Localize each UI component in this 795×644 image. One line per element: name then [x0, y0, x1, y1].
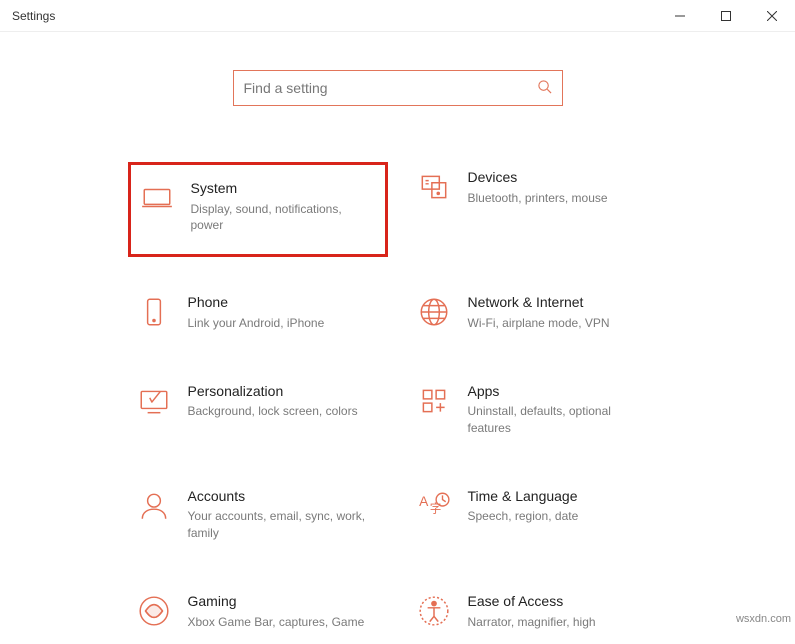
tile-desc: Xbox Game Bar, captures, Game [188, 614, 378, 631]
svg-text:A: A [419, 493, 429, 509]
personalization-icon [136, 384, 172, 420]
maximize-button[interactable] [703, 0, 749, 32]
tile-desc: Uninstall, defaults, optional features [468, 403, 658, 437]
search-box[interactable] [233, 70, 563, 106]
tile-time-language[interactable]: A 字 Time & Language Speech, region, date [408, 481, 668, 556]
system-icon [139, 181, 175, 217]
tile-desc: Background, lock screen, colors [188, 403, 378, 420]
tile-accounts[interactable]: Accounts Your accounts, email, sync, wor… [128, 481, 388, 556]
tile-desc: Narrator, magnifier, high [468, 614, 658, 631]
close-button[interactable] [749, 0, 795, 32]
tile-personalization[interactable]: Personalization Background, lock screen,… [128, 376, 388, 451]
tile-desc: Your accounts, email, sync, work, family [188, 508, 378, 542]
tile-devices[interactable]: Devices Bluetooth, printers, mouse [408, 162, 668, 257]
tile-title: Time & Language [468, 487, 660, 507]
tile-desc: Display, sound, notifications, power [191, 201, 377, 235]
window-title: Settings [0, 9, 657, 23]
tile-desc: Link your Android, iPhone [188, 315, 378, 332]
tile-desc: Wi-Fi, airplane mode, VPN [468, 315, 658, 332]
watermark: wsxdn.com [736, 613, 791, 625]
apps-icon [416, 384, 452, 420]
content-area: System Display, sound, notifications, po… [0, 32, 795, 644]
tile-title: Apps [468, 382, 660, 402]
search-icon [537, 79, 552, 97]
tile-apps[interactable]: Apps Uninstall, defaults, optional featu… [408, 376, 668, 451]
tile-phone[interactable]: Phone Link your Android, iPhone [128, 287, 388, 345]
tile-title: Network & Internet [468, 293, 660, 313]
time-language-icon: A 字 [416, 489, 452, 525]
tile-gaming[interactable]: Gaming Xbox Game Bar, captures, Game [128, 586, 388, 644]
tile-network[interactable]: Network & Internet Wi-Fi, airplane mode,… [408, 287, 668, 345]
search-input[interactable] [244, 80, 537, 96]
tile-desc: Speech, region, date [468, 508, 658, 525]
settings-grid: System Display, sound, notifications, po… [128, 162, 668, 644]
tile-title: Phone [188, 293, 380, 313]
tile-title: Accounts [188, 487, 380, 507]
tile-title: System [191, 179, 377, 199]
title-bar: Settings [0, 0, 795, 32]
phone-icon [136, 295, 172, 331]
tile-desc: Bluetooth, printers, mouse [468, 190, 658, 207]
accounts-icon [136, 489, 172, 525]
globe-icon [416, 295, 452, 331]
tile-system[interactable]: System Display, sound, notifications, po… [128, 162, 388, 257]
tile-title: Gaming [188, 592, 380, 612]
minimize-button[interactable] [657, 0, 703, 32]
tile-title: Personalization [188, 382, 380, 402]
tile-title: Devices [468, 168, 660, 188]
gaming-icon [136, 594, 172, 630]
devices-icon [416, 170, 452, 206]
tile-title: Ease of Access [468, 592, 660, 612]
tile-ease-of-access[interactable]: Ease of Access Narrator, magnifier, high [408, 586, 668, 644]
ease-of-access-icon [416, 594, 452, 630]
svg-text:字: 字 [429, 501, 441, 515]
